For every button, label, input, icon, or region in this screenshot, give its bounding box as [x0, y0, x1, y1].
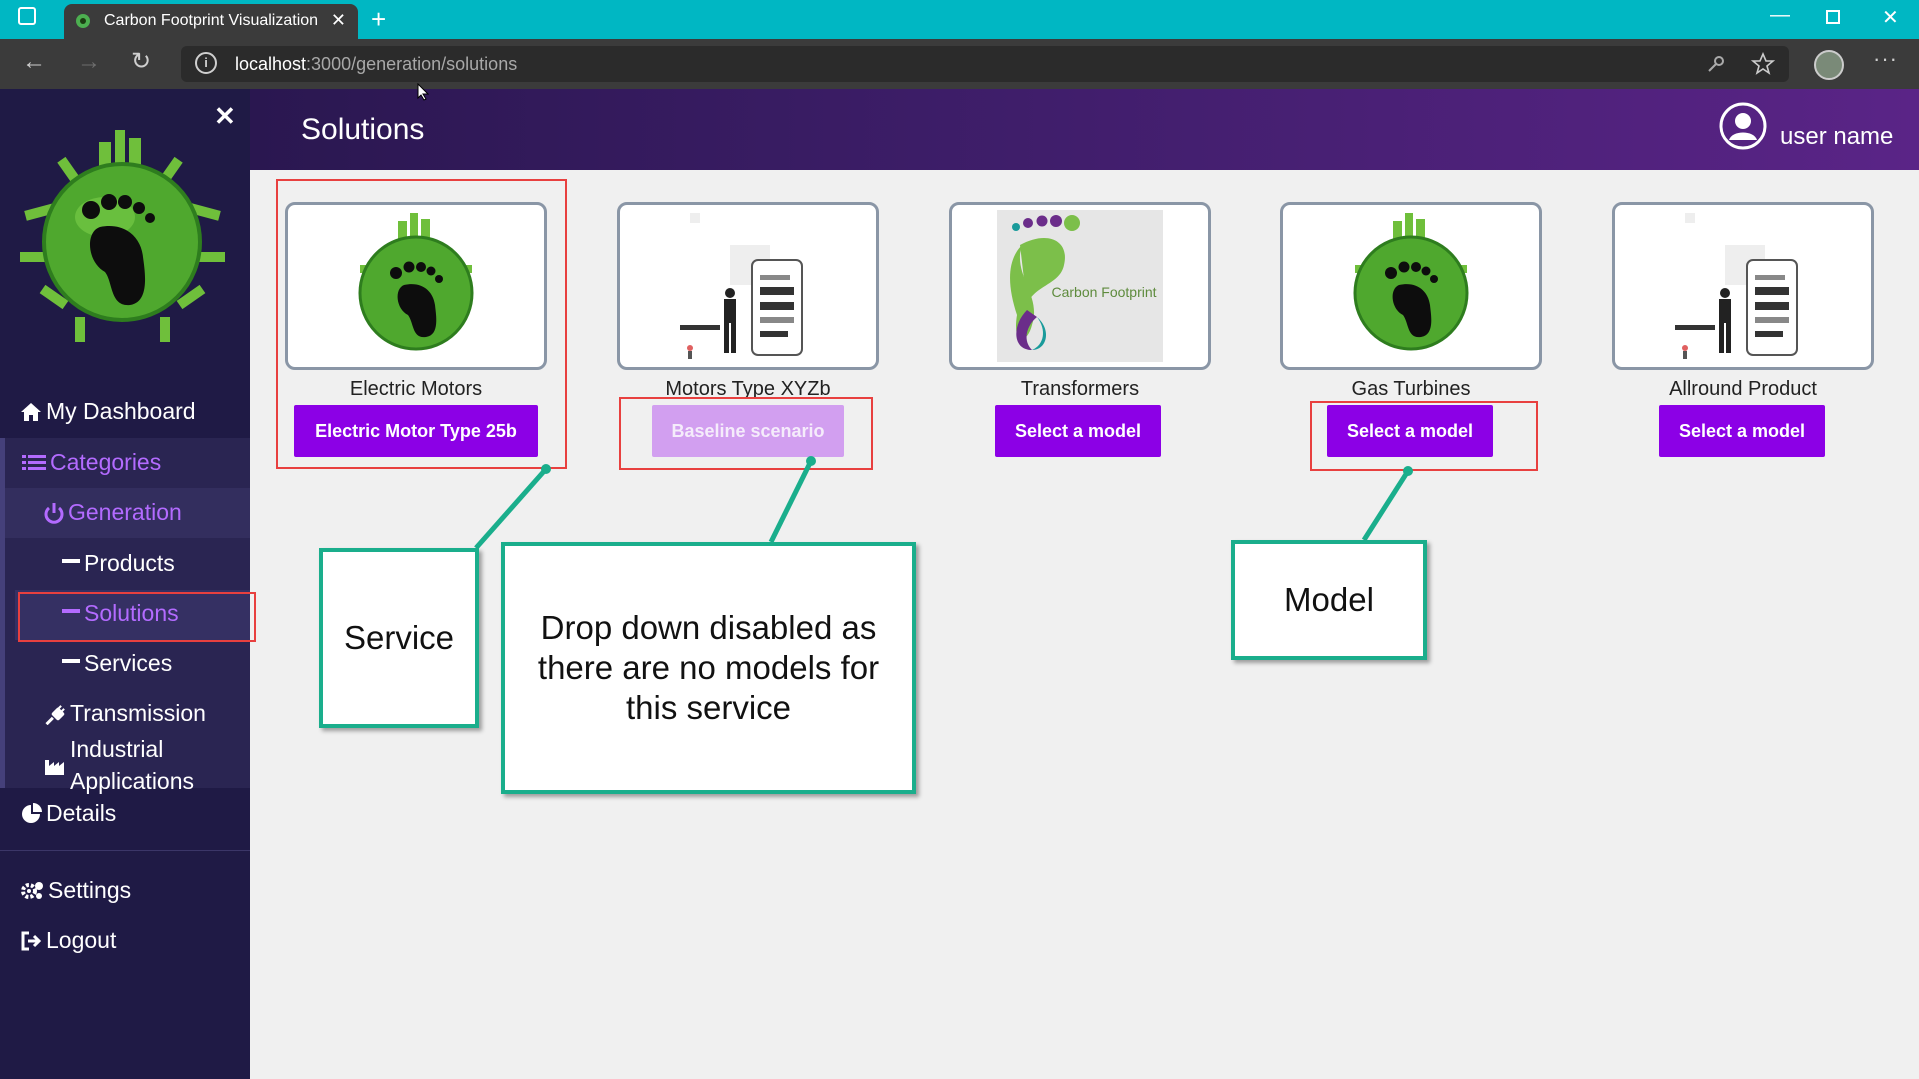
service-connector-line [474, 467, 548, 550]
callout-dropdown-text-line2: there are no models for [537, 649, 880, 686]
callout-dropdown-text-line1: Drop down disabled as [540, 609, 877, 646]
callout-model: Model [1231, 540, 1427, 660]
mouse-cursor-icon [417, 83, 429, 101]
dropdown-connector-line [768, 459, 814, 544]
callout-service-text: Service [343, 619, 455, 656]
callout-dropdown-text-line3: this service [625, 689, 792, 726]
model-connector-line [1361, 469, 1411, 542]
callout-dropdown-disabled: Drop down disabled as there are no model… [501, 542, 916, 794]
callout-service: Service [319, 548, 479, 728]
callout-model-text: Model [1284, 581, 1374, 618]
callout-connectors [474, 456, 1413, 550]
